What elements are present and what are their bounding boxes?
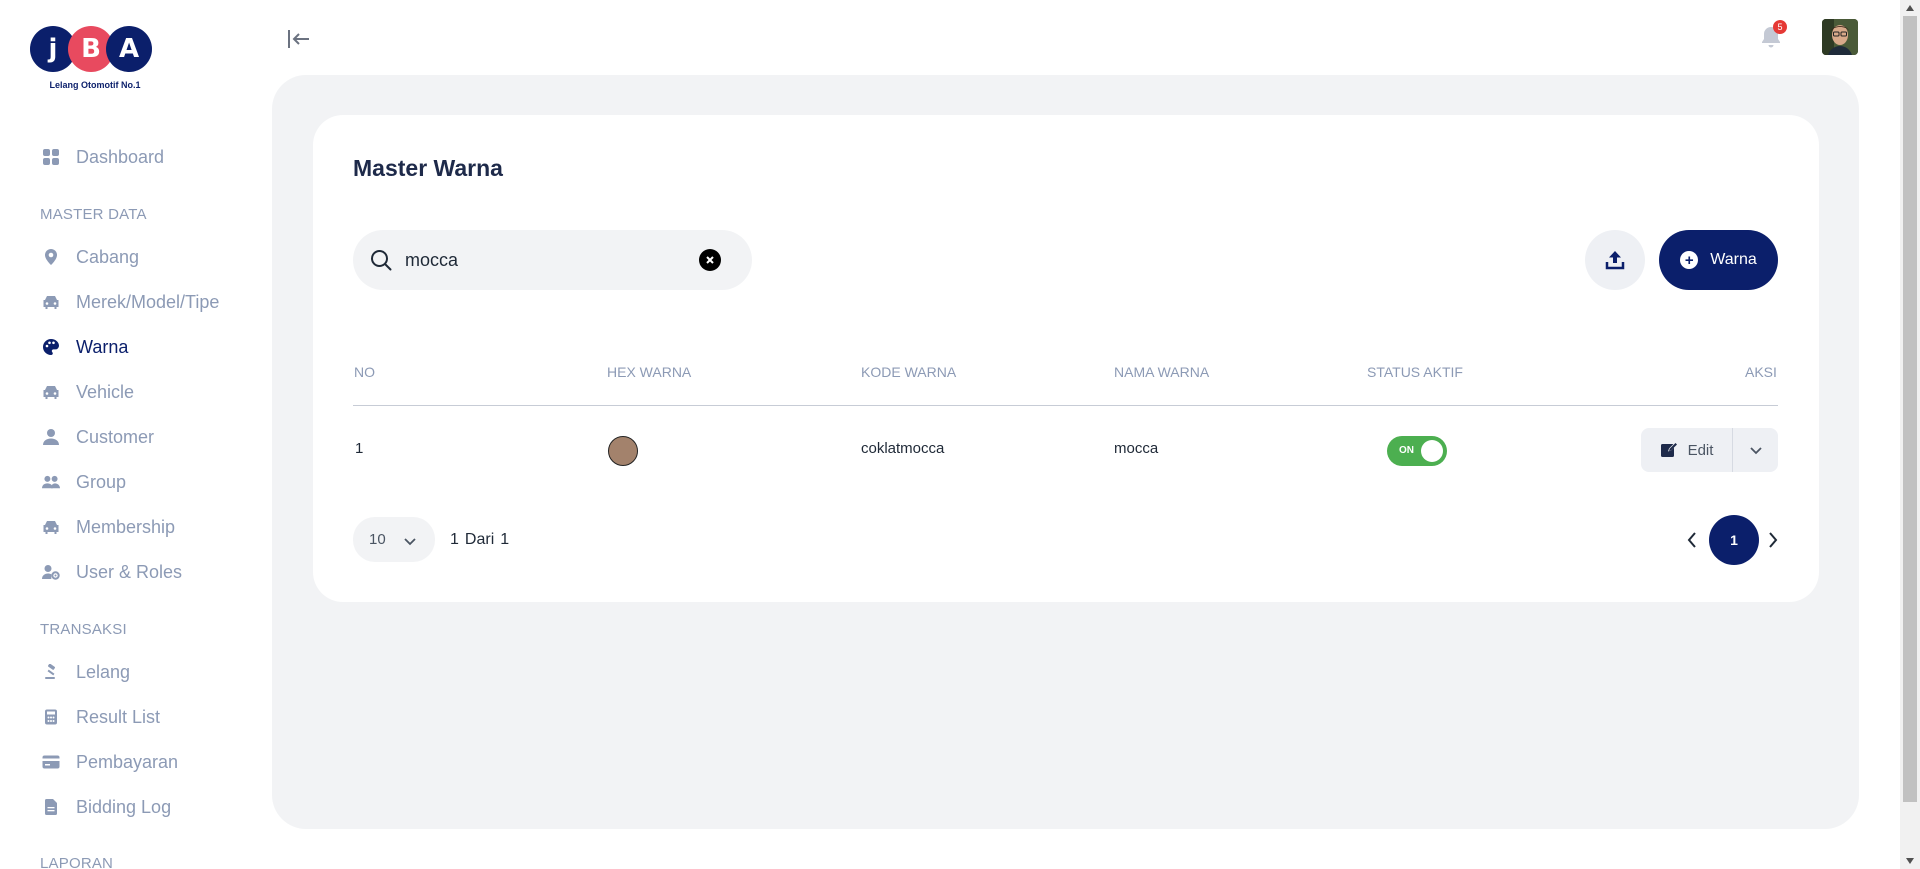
- scroll-down-arrow-icon[interactable]: [1900, 853, 1920, 869]
- sidebar-item-label: Warna: [76, 336, 129, 357]
- sidebar-item-label: Merek/Model/Tipe: [76, 291, 220, 312]
- sidebar-item-label: Cabang: [76, 246, 140, 267]
- sidebar-item-label: Result List: [76, 706, 161, 727]
- color-swatch: [608, 436, 638, 466]
- user-icon: [42, 428, 60, 446]
- page-info: 1 Dari 1: [450, 531, 509, 549]
- gavel-icon: [42, 663, 60, 681]
- sidebar: j B A Lelang Otomotif No.1 Dashboard MAS…: [0, 0, 272, 869]
- sidebar-item-label: Lelang: [76, 661, 131, 682]
- column-header-nama-warna: NAMA WARNA: [1114, 364, 1210, 380]
- user-avatar-image: [1822, 19, 1858, 55]
- grid-icon: [42, 148, 60, 166]
- status-toggle-text: ON: [1399, 445, 1414, 456]
- edit-button[interactable]: Edit: [1641, 428, 1733, 472]
- logo-tagline: Lelang Otomotif No.1: [49, 80, 141, 90]
- page-info-total: 1: [500, 531, 510, 548]
- sidebar-section-master-data: MASTER DATA: [40, 206, 147, 223]
- sidebar-collapse-button[interactable]: [284, 26, 314, 52]
- sidebar-item-membership[interactable]: Membership: [42, 512, 175, 542]
- search-box[interactable]: [353, 230, 752, 290]
- page-title: Master Warna: [353, 155, 503, 181]
- sidebar-item-customer[interactable]: Customer: [42, 422, 154, 452]
- brand-logo[interactable]: j B A Lelang Otomotif No.1: [30, 26, 160, 94]
- location-pin-icon: [42, 248, 60, 266]
- clear-search-icon[interactable]: [699, 249, 721, 271]
- column-header-status-aktif: STATUS AKTIF: [1367, 364, 1463, 380]
- plus-circle-icon: +: [1680, 251, 1699, 269]
- upload-button[interactable]: [1585, 230, 1645, 290]
- sidebar-item-vehicle[interactable]: Vehicle: [42, 377, 134, 407]
- sidebar-item-label: Vehicle: [76, 381, 135, 402]
- page-info-current: 1: [450, 531, 459, 548]
- next-page-button[interactable]: [1761, 527, 1785, 553]
- row-action-group: Edit: [1641, 428, 1778, 472]
- sidebar-item-label: Membership: [76, 516, 176, 537]
- avatar[interactable]: [1822, 19, 1858, 55]
- page-info-of: Dari: [464, 531, 495, 548]
- car-icon: [42, 518, 60, 536]
- sidebar-item-user-roles[interactable]: User & Roles: [42, 557, 182, 587]
- logo-letter-a: A: [106, 26, 152, 72]
- car-icon: [42, 383, 60, 401]
- credit-card-icon: [42, 753, 60, 771]
- add-warna-label: Warna: [1710, 251, 1757, 268]
- calculator-icon: [42, 708, 60, 726]
- search-icon: [367, 246, 395, 274]
- sidebar-item-cabang[interactable]: Cabang: [42, 242, 139, 272]
- table-header-divider: [353, 405, 1778, 406]
- content-card: [313, 115, 1819, 602]
- column-header-hex-warna: HEX WARNA: [607, 364, 692, 380]
- sidebar-item-merek-model-tipe[interactable]: Merek/Model/Tipe: [42, 287, 219, 317]
- row-action-dropdown[interactable]: [1733, 428, 1778, 472]
- sidebar-section-transaksi: TRANSAKSI: [40, 621, 127, 638]
- cell-kode-warna: coklatmocca: [861, 440, 945, 457]
- notification-badge: 5: [1773, 20, 1787, 34]
- chevron-down-icon: [1749, 447, 1762, 455]
- sidebar-item-pembayaran[interactable]: Pembayaran: [42, 747, 178, 777]
- sidebar-item-warna[interactable]: Warna: [42, 332, 128, 362]
- sidebar-item-label: Bidding Log: [76, 796, 172, 817]
- edit-button-label: Edit: [1687, 441, 1714, 459]
- per-page-value: 10: [369, 531, 386, 548]
- car-icon: [42, 293, 60, 311]
- user-cog-icon: [42, 563, 60, 581]
- collapse-arrow-icon: [288, 30, 309, 48]
- column-header-no: NO: [354, 364, 375, 380]
- sidebar-item-group[interactable]: Group: [42, 467, 126, 497]
- scroll-up-arrow-icon[interactable]: [1900, 0, 1920, 16]
- sidebar-item-label: Customer: [76, 426, 155, 447]
- chevron-left-icon: [1687, 532, 1696, 548]
- sidebar-item-bidding-log[interactable]: Bidding Log: [42, 792, 171, 822]
- sidebar-item-dashboard[interactable]: Dashboard: [42, 142, 164, 172]
- column-header-kode-warna: KODE WARNA: [861, 364, 957, 380]
- scrollbar-thumb[interactable]: [1903, 16, 1917, 802]
- palette-icon: [42, 338, 60, 356]
- status-toggle[interactable]: ON: [1387, 436, 1447, 466]
- page-button-1[interactable]: 1: [1709, 515, 1759, 565]
- sidebar-item-label: Pembayaran: [76, 751, 179, 772]
- sidebar-item-label: Group: [76, 471, 127, 492]
- per-page-select[interactable]: 10: [353, 517, 435, 562]
- sidebar-item-lelang[interactable]: Lelang: [42, 657, 130, 687]
- cell-nama-warna: mocca: [1114, 440, 1159, 457]
- edit-icon: [1660, 441, 1678, 459]
- chevron-down-icon: [403, 533, 417, 550]
- toggle-knob: [1421, 440, 1443, 462]
- add-warna-button[interactable]: + Warna: [1659, 230, 1778, 290]
- search-input[interactable]: [405, 249, 685, 271]
- sidebar-item-label: User & Roles: [76, 561, 183, 582]
- sidebar-item-label: Dashboard: [76, 146, 165, 167]
- prev-page-button[interactable]: [1680, 527, 1704, 553]
- sidebar-section-laporan: LAPORAN: [40, 855, 114, 869]
- chevron-right-icon: [1769, 532, 1778, 548]
- page-scrollbar[interactable]: [1900, 0, 1920, 869]
- users-icon: [42, 473, 60, 491]
- document-icon: [42, 798, 60, 816]
- upload-icon: [1605, 251, 1625, 270]
- cell-no: 1: [355, 440, 364, 457]
- column-header-aksi: AKSI: [1745, 364, 1777, 380]
- sidebar-item-result-list[interactable]: Result List: [42, 702, 160, 732]
